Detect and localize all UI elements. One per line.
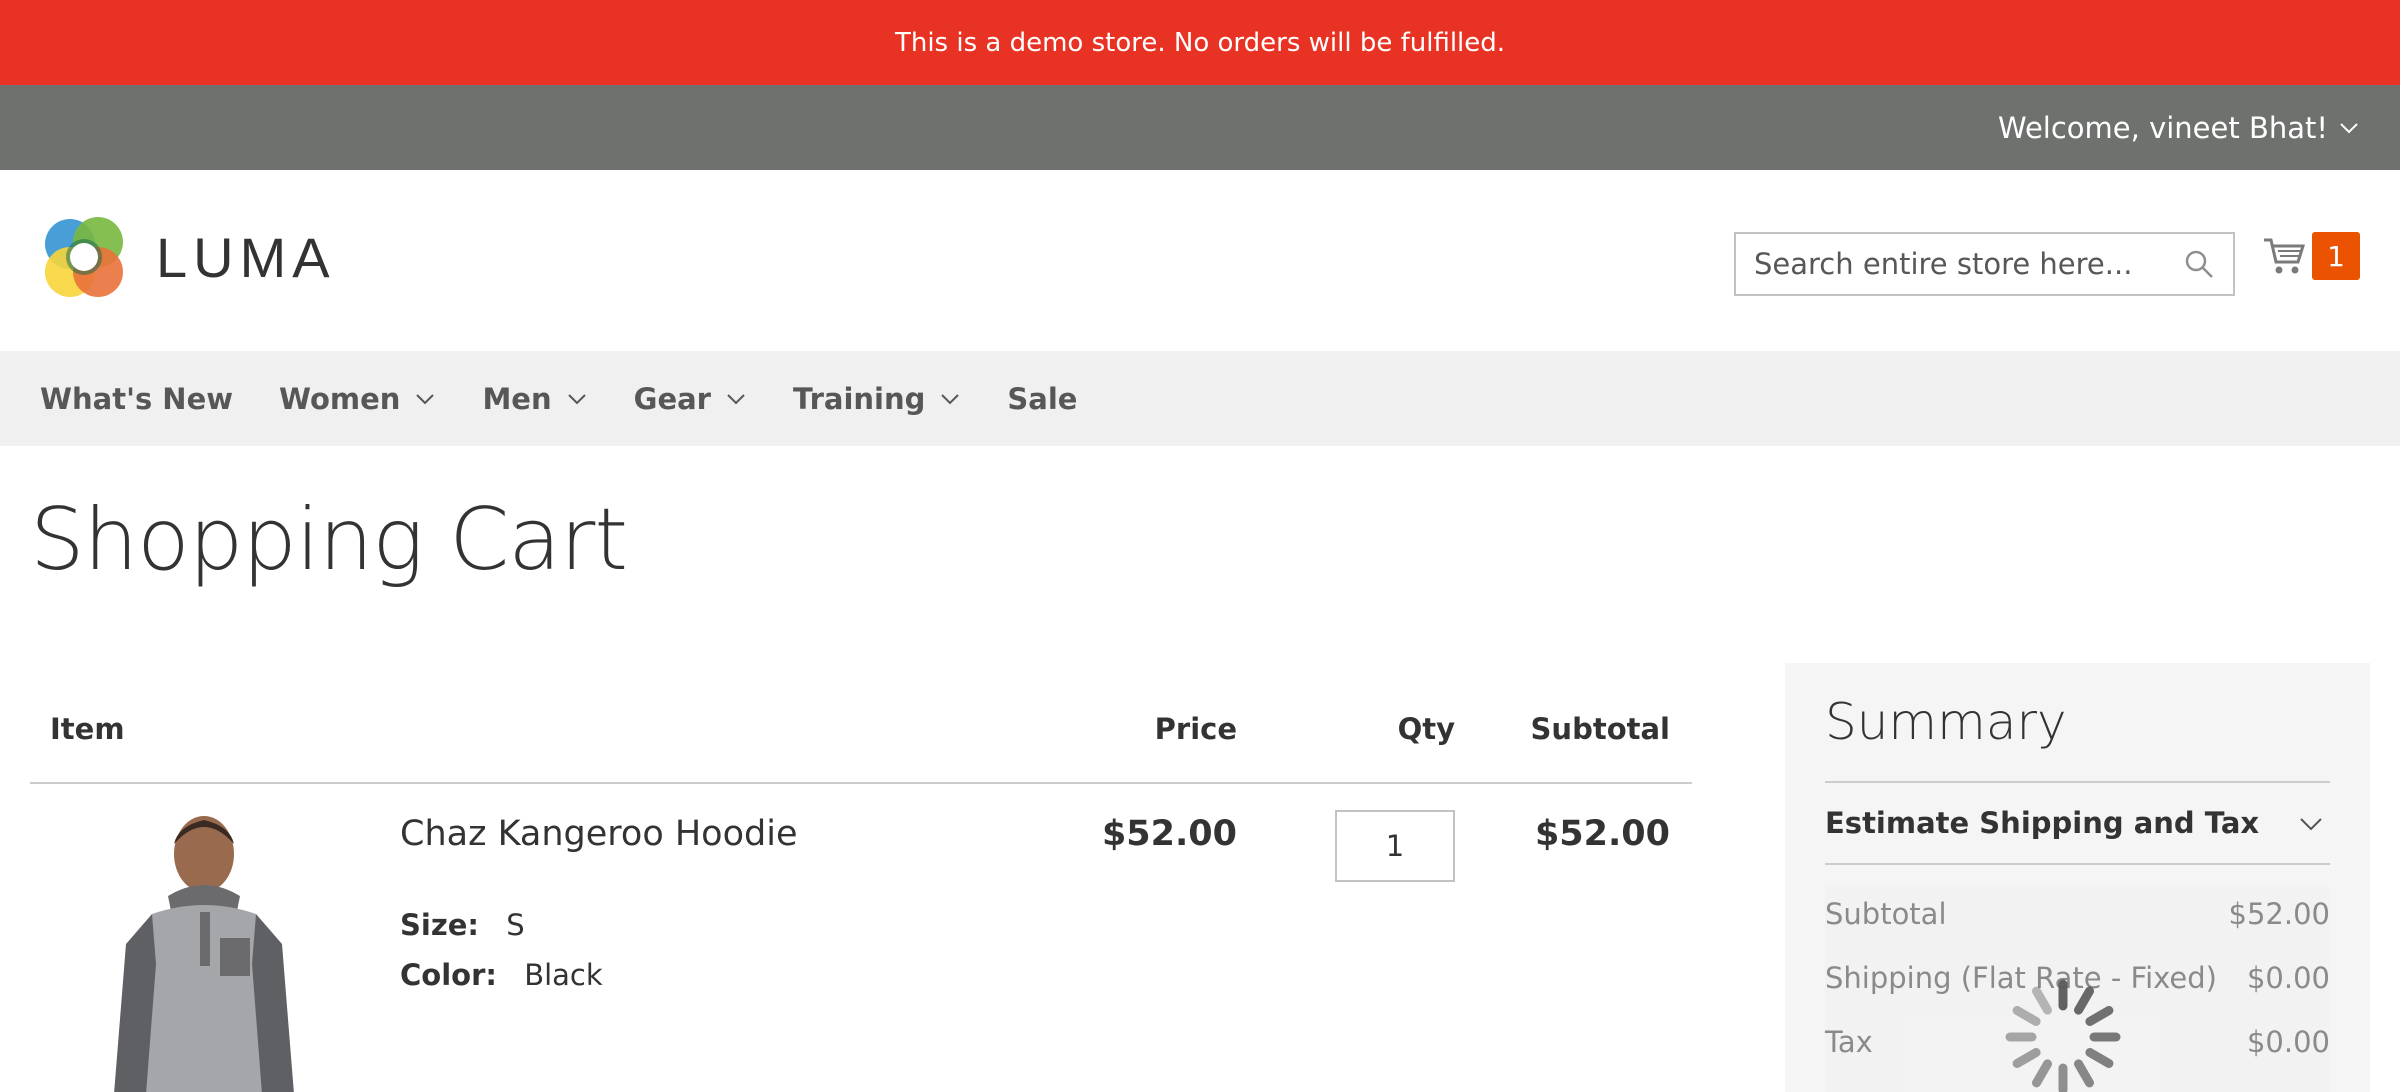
luma-logo-icon [45, 217, 123, 297]
product-image[interactable] [60, 804, 350, 1092]
hoodie-model-image [60, 804, 350, 1092]
nav-item-label: Gear [633, 381, 711, 416]
product-name-link[interactable]: Chaz Kangeroo Hoodie [400, 814, 797, 854]
nav-item-whats-new[interactable]: What's New [40, 382, 233, 416]
totals-value: $0.00 [2246, 961, 2330, 995]
totals-label: Subtotal [1825, 897, 1947, 931]
cart-item-row: Chaz Kangeroo Hoodie Size: S Color: Blac… [30, 784, 1692, 1092]
totals-row-subtotal: Subtotal $52.00 [1825, 897, 2330, 931]
loading-spinner-icon [2005, 979, 2121, 1092]
chevron-down-icon [941, 393, 960, 404]
option-label: Size: [400, 908, 479, 942]
demo-store-notice: This is a demo store. No orders will be … [0, 0, 2400, 85]
option-value: Black [524, 958, 603, 992]
product-option-color: Color: Black [400, 958, 603, 992]
nav-item-training[interactable]: Training [793, 382, 961, 416]
estimate-shipping-toggle[interactable]: Estimate Shipping and Tax [1825, 783, 2330, 863]
option-label: Color: [400, 958, 497, 992]
chevron-down-icon [2340, 122, 2358, 133]
welcome-text: Welcome, vineet Bhat! [1997, 110, 2328, 145]
top-bar: Welcome, vineet Bhat! [0, 85, 2400, 170]
column-header-qty: Qty [1397, 712, 1455, 746]
site-header: LUMA 1 [0, 170, 2400, 351]
search-icon[interactable] [2183, 248, 2215, 280]
qty-input[interactable] [1335, 810, 1455, 882]
nav-item-label: Sale [1007, 381, 1078, 416]
cart-count-badge: 1 [2312, 232, 2360, 280]
cart-icon [2264, 238, 2306, 274]
nav-item-men[interactable]: Men [482, 382, 587, 416]
nav-item-women[interactable]: Women [279, 382, 436, 416]
column-header-item: Item [50, 712, 125, 746]
main-navigation: What's New Women Men Gear Training Sale [0, 351, 2400, 446]
account-welcome-toggle[interactable]: Welcome, vineet Bhat! [1998, 85, 2360, 170]
column-header-subtotal: Subtotal [1530, 712, 1670, 746]
nav-item-label: Women [279, 381, 401, 416]
summary-divider [1825, 863, 2330, 865]
logo-text: LUMA [156, 225, 336, 289]
chevron-down-icon [416, 393, 435, 404]
summary-title: Summary [1825, 693, 2067, 751]
search-input[interactable] [1736, 234, 2166, 294]
item-price: $52.00 [1101, 814, 1237, 854]
search-box [1734, 232, 2235, 296]
nav-item-sale[interactable]: Sale [1007, 382, 1077, 416]
nav-item-label: What's New [40, 381, 234, 416]
column-header-price: Price [1154, 712, 1237, 746]
minicart-button[interactable]: 1 [2262, 232, 2360, 280]
demo-store-notice-text: This is a demo store. No orders will be … [894, 27, 1506, 58]
nav-item-gear[interactable]: Gear [634, 382, 747, 416]
luma-logo[interactable]: LUMA [40, 212, 336, 302]
chevron-down-icon [567, 393, 586, 404]
nav-item-label: Men [482, 381, 552, 416]
estimate-shipping-label: Estimate Shipping and Tax [1825, 806, 2260, 840]
page-title: Shopping Cart [30, 490, 628, 590]
chevron-down-icon [727, 393, 745, 404]
totals-value: $52.00 [2228, 897, 2330, 931]
item-subtotal: $52.00 [1534, 814, 1670, 854]
totals-label: Tax [1825, 1025, 1873, 1059]
chevron-down-icon [2300, 818, 2322, 831]
product-option-size: Size: S [400, 908, 525, 942]
option-value: S [506, 908, 525, 942]
nav-item-label: Training [792, 381, 926, 416]
totals-value: $0.00 [2246, 1025, 2330, 1059]
